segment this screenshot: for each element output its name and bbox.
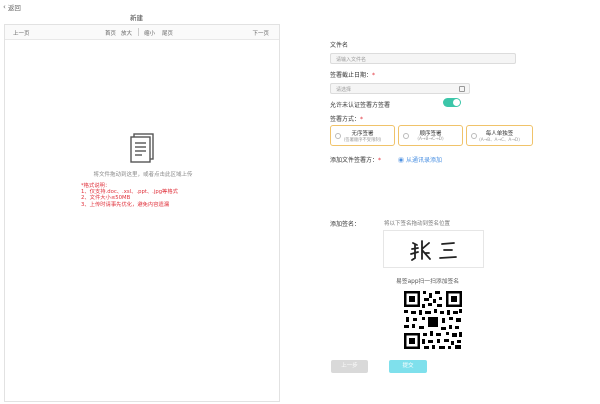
deadline-label-text: 签署截止日期： [330, 72, 373, 79]
method-title: 顺序签署 [419, 131, 442, 137]
zoom-out-button[interactable]: 缩小 [144, 29, 155, 37]
preview-toolbar: 上一页 首页 放大 缩小 尾页 下一页 [5, 25, 279, 40]
chevron-left-icon: ‹ [3, 2, 6, 11]
add-signer-label: 添加文件签署方：* [330, 155, 381, 164]
from-contacts-label: 从通讯录添加 [406, 157, 443, 164]
handwritten-signature [410, 240, 457, 261]
submit-button[interactable]: 提交 [389, 360, 427, 373]
signature-drag-hint: 将以下签名拖动到签名位置 [384, 221, 451, 227]
toolbar-divider [138, 28, 139, 36]
previous-step-button[interactable]: 上一步 [331, 360, 368, 373]
method-subtitle: (签署顺序不受限制) [343, 138, 382, 143]
qr-code [402, 289, 464, 351]
signature-draggable[interactable] [383, 230, 484, 268]
add-signature-label: 添加签名： [330, 221, 361, 228]
method-option-individual[interactable]: 每人单独签 (A→B、A→C、A→D) [466, 125, 533, 146]
next-page-button[interactable]: 下一页 [252, 29, 269, 37]
method-label-text: 签署方式： [330, 116, 361, 123]
file-name-input[interactable]: 请输入文件名 [330, 53, 516, 64]
radio-selected-icon [398, 156, 404, 163]
method-label: 签署方式：* [330, 114, 363, 123]
add-from-contacts-link[interactable]: 从通讯录添加 [398, 155, 442, 164]
calendar-icon [459, 86, 465, 92]
method-subtitle: (A→B→C→D) [417, 137, 444, 142]
method-option-unordered[interactable]: 无序签署 (签署顺序不受限制) [330, 125, 395, 146]
format-note-line: 3、上传时请事先优化，避免内容遗漏 [81, 201, 170, 208]
last-page-button[interactable]: 尾页 [162, 29, 173, 37]
deadline-placeholder: 请选择 [336, 87, 352, 93]
format-note: *格式说明： 1、仅支持.doc、.xsl、.ppt、.jpg等格式 2、文件大… [81, 183, 178, 208]
method-subtitle: (A→B、A→C、A→D) [479, 138, 520, 143]
zoom-in-button[interactable]: 放大 [121, 29, 132, 37]
back-link[interactable]: ‹ 返回 [3, 2, 21, 12]
method-title: 每人单独签 [485, 131, 514, 137]
file-name-label: 文件名 [330, 42, 349, 49]
back-label: 返回 [7, 4, 21, 12]
upload-instruction: 将文件拖动到这里，或者点击此区域上传 [93, 172, 193, 178]
method-title: 无序签署 [351, 131, 374, 137]
required-mark: * [378, 157, 382, 164]
method-option-sequential[interactable]: 顺序签署 (A→B→C→D) [398, 125, 463, 146]
app-scan-hint: 易签app扫一扫添加签名 [396, 279, 460, 285]
add-signer-label-text: 添加文件签署方： [330, 157, 379, 164]
prev-page-button[interactable]: 上一页 [13, 29, 30, 37]
document-title: 新建 [130, 14, 143, 22]
first-page-button[interactable]: 首页 [105, 29, 116, 37]
deadline-label: 签署截止日期：* [330, 70, 375, 79]
required-mark: * [360, 116, 364, 123]
allow-unverified-label: 允许未认证签署方签署 [330, 102, 391, 109]
document-preview-panel[interactable]: 上一页 首页 放大 缩小 尾页 下一页 将文件拖动到这里，或者点击此区域上传 *… [4, 24, 280, 402]
deadline-date-input[interactable]: 请选择 [330, 83, 470, 94]
allow-unverified-toggle[interactable] [443, 98, 461, 107]
document-upload-icon [130, 133, 154, 163]
required-mark: * [372, 72, 376, 79]
